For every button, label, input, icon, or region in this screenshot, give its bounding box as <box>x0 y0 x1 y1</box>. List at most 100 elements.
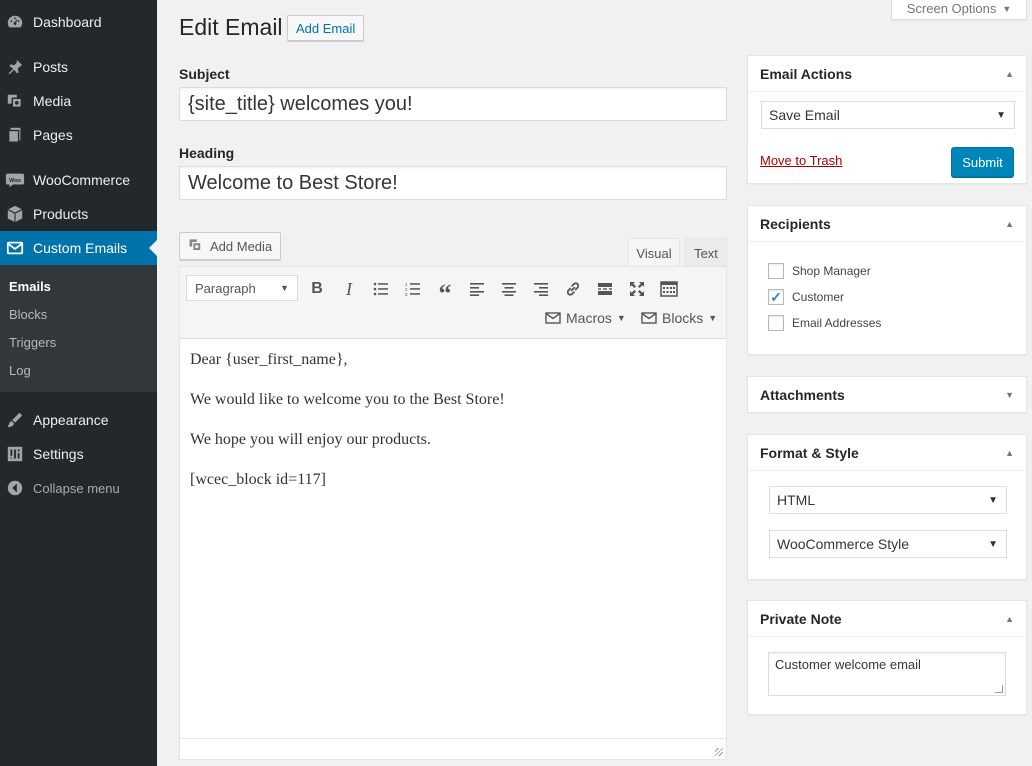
fullscreen-icon[interactable] <box>625 277 649 301</box>
media-icon <box>188 237 204 256</box>
private-note-value: Customer welcome email <box>775 657 921 672</box>
private-note-box: Private Note ▲ Customer welcome email <box>747 600 1027 715</box>
collapse-arrow-icon[interactable]: ▲ <box>1005 448 1014 458</box>
recipient-shop-manager[interactable]: Shop Manager <box>768 263 871 279</box>
macros-label: Macros <box>566 310 612 326</box>
expand-arrow-icon[interactable]: ▼ <box>1005 390 1014 400</box>
italic-icon[interactable]: I <box>337 277 361 301</box>
add-media-button[interactable]: Add Media <box>179 232 282 260</box>
menu-label: Custom Emails <box>33 240 128 256</box>
private-note-title: Private Note <box>760 610 842 627</box>
menu-label: Appearance <box>33 412 109 428</box>
collapse-arrow-icon[interactable]: ▲ <box>1005 219 1014 229</box>
macros-dropdown[interactable]: Macros ▼ <box>545 307 626 329</box>
pages-icon <box>5 125 25 145</box>
submenu-emails[interactable]: Emails <box>9 279 51 294</box>
align-left-icon[interactable] <box>465 277 489 301</box>
blockquote-icon[interactable]: “ <box>433 277 457 308</box>
submit-button[interactable]: Submit <box>951 147 1014 177</box>
toolbar-toggle-icon[interactable] <box>657 277 681 301</box>
submenu-blocks[interactable]: Blocks <box>9 307 47 322</box>
format-style-header[interactable]: Format & Style ▲ <box>748 435 1026 471</box>
appearance-icon <box>5 410 25 430</box>
resize-handle-icon[interactable] <box>995 685 1003 693</box>
bold-icon[interactable]: B <box>305 277 329 301</box>
private-note-header[interactable]: Private Note ▲ <box>748 601 1026 637</box>
subject-input[interactable]: {site_title} welcomes you! <box>179 87 727 121</box>
link-icon[interactable] <box>561 277 585 301</box>
screen-options-button[interactable]: Screen Options ▼ <box>891 0 1027 20</box>
heading-input[interactable]: Welcome to Best Store! <box>179 166 727 200</box>
format-select[interactable]: Paragraph ▼ <box>186 275 298 301</box>
caret-down-icon: ▼ <box>616 313 626 323</box>
resize-handle-icon[interactable] <box>715 748 723 756</box>
read-more-icon[interactable] <box>593 277 617 301</box>
menu-dashboard[interactable]: Dashboard <box>0 5 157 39</box>
menu-custom-emails[interactable]: Custom Emails <box>0 231 157 265</box>
email-action-select[interactable]: Save Email ▼ <box>761 101 1015 129</box>
format-style-box: Format & Style ▲ HTML ▼ WooCommerce Styl… <box>747 434 1027 580</box>
attachments-header[interactable]: Attachments ▼ <box>748 377 1026 413</box>
email-actions-header[interactable]: Email Actions ▲ <box>748 56 1026 92</box>
recipients-box: Recipients ▲ Shop Manager ✓ Customer Ema… <box>747 205 1027 355</box>
menu-label: Settings <box>33 446 84 462</box>
content-paragraph: [wcec_block id=117] <box>190 471 326 488</box>
format-select[interactable]: HTML ▼ <box>769 486 1007 514</box>
recipient-label: Customer <box>792 290 845 304</box>
collapse-arrow-icon[interactable]: ▲ <box>1005 69 1014 79</box>
collapse-menu[interactable]: Collapse menu <box>0 471 157 505</box>
blocks-label: Blocks <box>662 310 704 326</box>
caret-down-icon: ▼ <box>988 538 998 550</box>
pin-icon <box>5 57 25 77</box>
subject-label: Subject <box>179 66 230 82</box>
menu-label: Media <box>33 93 72 109</box>
add-email-button[interactable]: Add Email <box>287 15 365 41</box>
numbered-list-icon[interactable]: 123 <box>401 277 425 301</box>
submenu-triggers[interactable]: Triggers <box>9 335 56 350</box>
checkbox[interactable] <box>768 263 784 279</box>
attachments-box: Attachments ▼ <box>747 376 1027 413</box>
checkbox[interactable] <box>768 315 784 331</box>
content-paragraph: We would like to welcome you to the Best… <box>190 391 505 408</box>
email-actions-box: Email Actions ▲ Save Email ▼ Move to Tra… <box>747 55 1027 184</box>
menu-label: Pages <box>33 127 73 143</box>
caret-down-icon: ▼ <box>996 109 1006 121</box>
submenu-log[interactable]: Log <box>9 363 31 378</box>
blocks-dropdown[interactable]: Blocks ▼ <box>641 307 717 329</box>
style-value: WooCommerce Style <box>777 536 910 552</box>
admin-sidebar: Dashboard Posts Media Pages Woo WooComme… <box>0 0 157 766</box>
menu-woocommerce[interactable]: Woo WooCommerce <box>0 163 157 197</box>
align-right-icon[interactable] <box>529 277 553 301</box>
recipient-customer[interactable]: ✓ Customer <box>768 289 844 305</box>
svg-text:Woo: Woo <box>9 178 21 184</box>
screen-options-label: Screen Options <box>906 1 997 16</box>
tab-visual[interactable]: Visual <box>628 238 680 267</box>
menu-posts[interactable]: Posts <box>0 50 157 84</box>
private-note-textarea[interactable]: Customer welcome email <box>768 652 1006 696</box>
menu-label: Collapse menu <box>33 480 120 496</box>
dashboard-icon <box>5 12 25 32</box>
tab-text[interactable]: Text <box>685 238 727 267</box>
format-value: HTML <box>777 492 816 508</box>
content-editor: Paragraph ▼ B I 123 “ Macros ▼ Blocks ▼ … <box>179 266 727 760</box>
menu-media[interactable]: Media <box>0 84 157 118</box>
bullet-list-icon[interactable] <box>369 277 393 301</box>
move-to-trash-link[interactable]: Move to Trash <box>760 153 842 168</box>
heading-label: Heading <box>179 145 235 161</box>
editor-content[interactable]: Dear {user_first_name}, We would like to… <box>180 339 726 739</box>
collapse-arrow-icon[interactable]: ▲ <box>1005 614 1014 624</box>
style-select[interactable]: WooCommerce Style ▼ <box>769 530 1007 558</box>
menu-settings[interactable]: Settings <box>0 437 157 471</box>
recipient-email-addresses[interactable]: Email Addresses <box>768 315 881 331</box>
editor-statusbar <box>180 738 726 759</box>
align-center-icon[interactable] <box>497 277 521 301</box>
menu-pages[interactable]: Pages <box>0 118 157 152</box>
collapse-icon <box>5 478 25 498</box>
menu-label: Posts <box>33 59 69 75</box>
checkbox-checked[interactable]: ✓ <box>768 289 784 305</box>
woocommerce-icon: Woo <box>5 170 25 190</box>
menu-appearance[interactable]: Appearance <box>0 403 157 437</box>
recipients-header[interactable]: Recipients ▲ <box>748 206 1026 242</box>
menu-products[interactable]: Products <box>0 197 157 231</box>
envelope-icon <box>545 312 561 324</box>
